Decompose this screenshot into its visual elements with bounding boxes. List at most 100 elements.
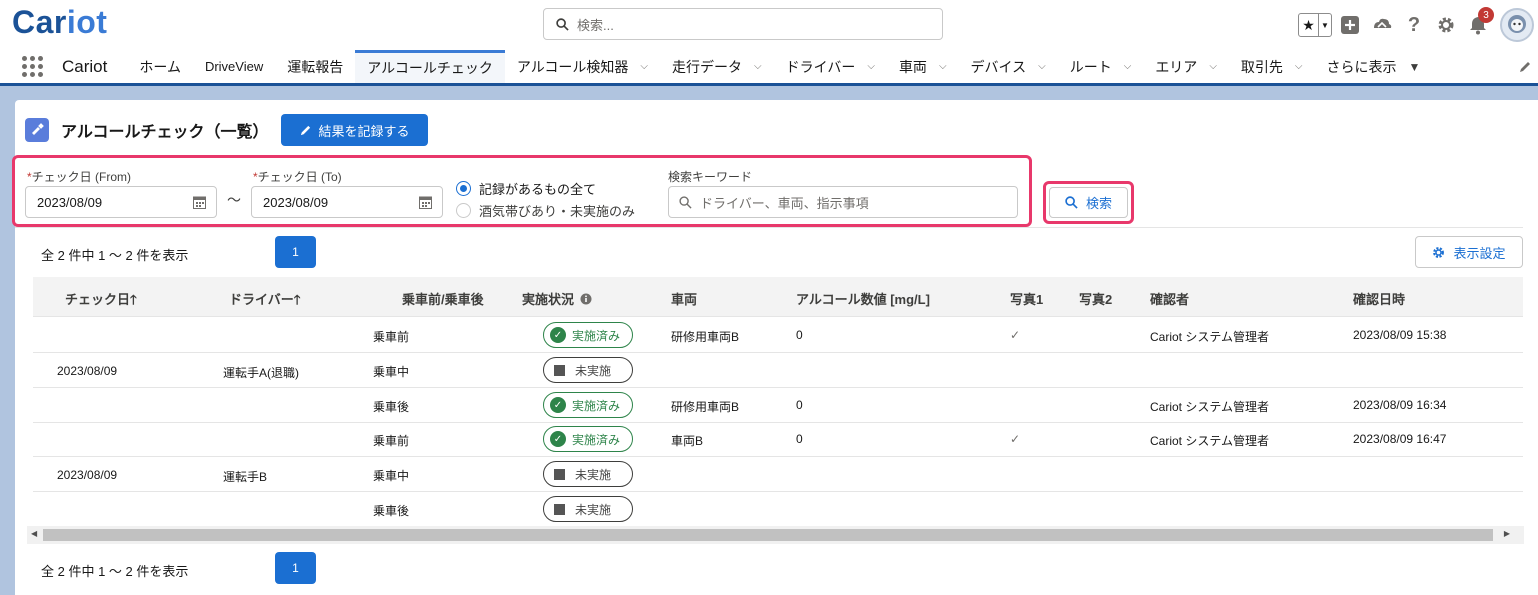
column-header-confirmed-at: 確認日時 <box>1353 292 1406 307</box>
nav-item-more[interactable]: さらに表示 ▼ <box>1315 50 1433 83</box>
record-count-text-top: 全 2 件中 1 〜 2 件を表示 <box>41 248 189 263</box>
timing-cell: 乗車前 <box>373 434 410 448</box>
nav-item-route[interactable]: ルート ⌵ <box>1058 50 1144 83</box>
status-pending-badge: 未実施 <box>543 461 633 487</box>
app-navigation-bar: Cariot ホーム DriveView 運転報告 アルコールチェック アルコー… <box>0 50 1538 86</box>
radio-button-selected[interactable] <box>456 181 471 196</box>
chevron-down-icon[interactable]: ⌵ <box>1124 61 1132 72</box>
to-date-input[interactable]: 2023/08/09 <box>251 186 443 218</box>
user-avatar-icon <box>1508 15 1526 33</box>
vehicle-cell[interactable]: 研修用車両B <box>671 328 739 345</box>
photo1-check-icon[interactable]: ✓ <box>1010 328 1020 342</box>
chevron-down-icon[interactable]: ⌵ <box>1295 61 1303 72</box>
radio-alert-only[interactable]: 酒気帯びあり・未実施のみ <box>456 201 635 220</box>
horizontal-scrollbar[interactable]: ◀ ▶ <box>27 526 1524 544</box>
confirmed-at-cell: 2023/08/09 16:47 <box>1353 432 1447 446</box>
app-launcher-button[interactable] <box>10 50 54 83</box>
scroll-left-arrow-icon[interactable]: ◀ <box>31 529 37 538</box>
caret-down-icon[interactable]: ▼ <box>1409 60 1421 74</box>
photo1-check-icon[interactable]: ✓ <box>1010 432 1020 446</box>
edit-nav-pencil-icon[interactable] <box>1518 50 1538 83</box>
favorites-button[interactable]: ★ ▼ <box>1298 13 1332 37</box>
cariot-logo[interactable]: Cariot <box>12 4 107 41</box>
chevron-down-icon[interactable]: ⌵ <box>867 61 875 72</box>
search-icon <box>556 17 569 31</box>
vehicle-cell[interactable]: 研修用車両B <box>671 398 739 415</box>
nav-item-device[interactable]: デバイス ⌵ <box>959 50 1058 83</box>
nav-item-accounts[interactable]: 取引先 ⌵ <box>1229 50 1315 83</box>
nav-item-home[interactable]: ホーム <box>127 50 193 83</box>
column-header-photo2: 写真2 <box>1079 292 1113 307</box>
notifications-bell-icon[interactable]: 3 <box>1464 7 1494 39</box>
check-circle-icon: ✓ <box>550 431 566 447</box>
alcohol-check-table: チェック日🡑 ドライバー🡑 乗車前/乗車後 実施状況 車両 アルコール数値 [m… <box>33 277 1523 522</box>
search-button-highlight-box: 検索 <box>1043 181 1134 224</box>
vehicle-cell[interactable]: 車両B <box>671 432 703 449</box>
nav-item-area[interactable]: エリア ⌵ <box>1143 50 1229 83</box>
calendar-icon[interactable] <box>193 195 206 209</box>
table-row: 乗車中 未実施 <box>33 457 1523 492</box>
column-header-driver[interactable]: ドライバー🡑 <box>229 289 301 313</box>
confirmed-at-cell: 2023/08/09 16:34 <box>1353 398 1447 412</box>
status-pending-badge: 未実施 <box>543 357 633 383</box>
help-icon[interactable]: ? <box>1400 11 1428 39</box>
scroll-right-arrow-icon[interactable]: ▶ <box>1504 529 1510 538</box>
radio-button[interactable] <box>456 203 471 218</box>
app-launcher-icon <box>21 56 43 77</box>
calendar-icon[interactable] <box>419 195 432 209</box>
nav-item-driveview[interactable]: DriveView <box>193 50 275 83</box>
pagination-page-1-top[interactable]: 1 <box>275 236 316 268</box>
sort-ascending-icon: 🡑 <box>130 292 137 307</box>
nav-item-alcohol-detector[interactable]: アルコール検知器 ⌵ <box>505 50 660 83</box>
chevron-down-icon[interactable]: ▼ <box>1319 14 1331 36</box>
page-header: アルコールチェック（一覧） <box>25 118 269 142</box>
nav-item-drive-report[interactable]: 運転報告 <box>275 50 355 83</box>
timing-cell: 乗車後 <box>373 400 410 414</box>
status-done-badge: ✓ 実施済み <box>543 426 633 452</box>
table-row: 乗車後 未実施 <box>33 492 1523 527</box>
alcohol-check-icon <box>25 118 49 142</box>
column-header-vehicle: 車両 <box>671 292 698 307</box>
confirmer-cell: Cariot システム管理者 <box>1150 400 1269 414</box>
nav-item-driving-data[interactable]: 走行データ ⌵ <box>660 50 774 83</box>
chevron-down-icon[interactable]: ⌵ <box>754 61 762 72</box>
user-avatar[interactable] <box>1500 8 1534 42</box>
record-count-text-bottom: 全 2 件中 1 〜 2 件を表示 <box>41 564 189 579</box>
sort-ascending-icon: 🡑 <box>293 292 301 307</box>
scrollbar-thumb[interactable] <box>43 529 1493 541</box>
confirmer-cell: Cariot システム管理者 <box>1150 434 1269 448</box>
table-row: 乗車前 ✓ 実施済み 研修用車両B 0 ✓ Cariot システム管理者 2023… <box>33 318 1523 353</box>
trailhead-icon[interactable] <box>1368 11 1396 39</box>
column-header-alcohol-value: アルコール数値 [mg/L] <box>796 292 930 307</box>
info-icon[interactable] <box>580 293 592 305</box>
chevron-down-icon[interactable]: ⌵ <box>939 61 947 72</box>
timing-cell: 乗車前 <box>373 330 410 344</box>
keyword-label: 検索キーワード <box>668 170 753 184</box>
stop-square-icon <box>554 364 565 376</box>
pagination-page-1-bottom[interactable]: 1 <box>275 552 316 584</box>
table-row: 乗車前 ✓ 実施済み 車両B 0 ✓ Cariot システム管理者 2023/08… <box>33 422 1523 457</box>
chevron-down-icon[interactable]: ⌵ <box>1209 61 1217 72</box>
global-search-input[interactable]: 検索... <box>543 8 943 40</box>
nav-item-vehicle[interactable]: 車両 ⌵ <box>887 50 959 83</box>
nav-item-driver[interactable]: ドライバー ⌵ <box>774 50 887 83</box>
chevron-down-icon[interactable]: ⌵ <box>1038 61 1046 72</box>
search-button[interactable]: 検索 <box>1049 187 1128 218</box>
global-add-icon[interactable] <box>1336 11 1364 39</box>
filter-divider <box>15 227 1523 228</box>
nav-item-alcohol-check[interactable]: アルコールチェック <box>355 50 505 83</box>
chevron-down-icon[interactable]: ⌵ <box>640 61 648 72</box>
gear-icon[interactable] <box>1432 11 1460 39</box>
table-row: 乗車中 未実施 <box>33 353 1523 388</box>
keyword-search-input[interactable]: ドライバー、車両、指示事項 <box>668 186 1018 218</box>
app-name: Cariot <box>62 56 108 76</box>
alcohol-value-cell: 0 <box>796 432 803 446</box>
radio-all-records[interactable]: 記録があるもの全て <box>456 179 596 198</box>
record-result-button[interactable]: 結果を記録する <box>281 114 428 146</box>
check-circle-icon: ✓ <box>550 397 566 413</box>
column-header-check-date[interactable]: チェック日🡑 <box>65 289 137 313</box>
from-date-input[interactable]: 2023/08/09 <box>25 186 217 218</box>
display-settings-button[interactable]: 表示設定 <box>1415 236 1523 268</box>
confirmer-cell: Cariot システム管理者 <box>1150 330 1269 344</box>
pencil-icon <box>301 125 311 135</box>
